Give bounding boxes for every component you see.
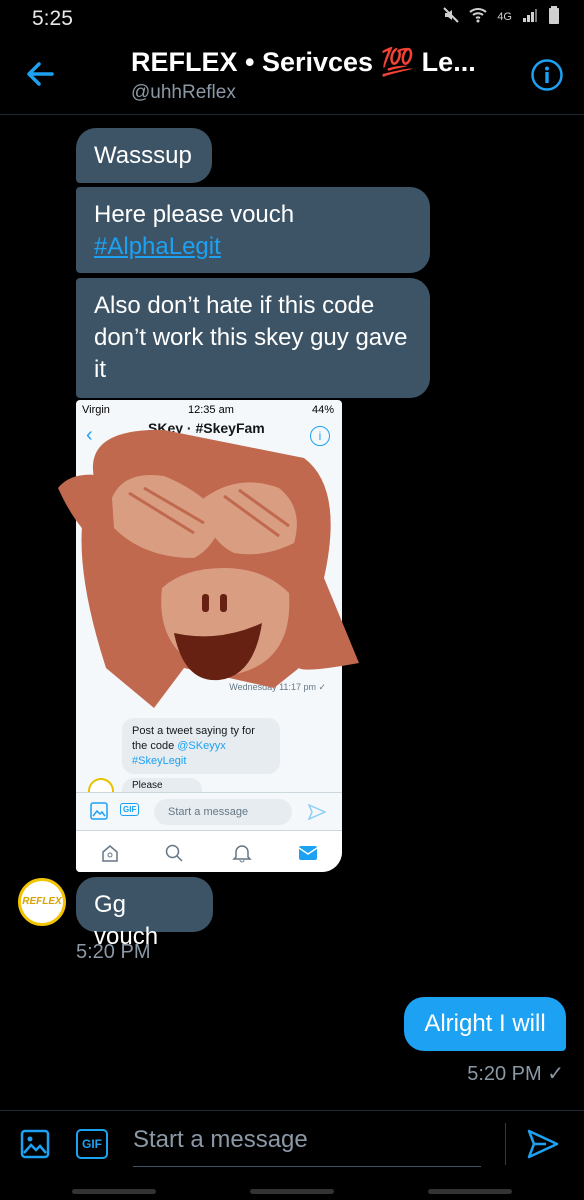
conversation-title[interactable]: REFLEX • Serivces 💯 Le... <box>131 46 476 78</box>
message-text: Wasssup <box>94 142 192 169</box>
gif-button[interactable]: GIF <box>76 1129 108 1159</box>
avatar[interactable]: REFLEX <box>18 878 66 926</box>
back-arrow-icon[interactable] <box>22 56 58 92</box>
screenshot-status-bar: Virgin 12:35 am 44% <box>76 400 342 420</box>
received-message[interactable]: Also don’t hate if this code don’t work … <box>76 278 430 398</box>
screenshot-mail-icon <box>298 844 318 867</box>
image-icon[interactable] <box>20 1129 50 1159</box>
status-icons: 4G <box>443 6 560 27</box>
message-composer: GIF Start a message <box>0 1110 584 1185</box>
info-icon[interactable] <box>530 58 564 92</box>
message-text: Here please vouch <box>94 201 295 228</box>
send-icon[interactable] <box>526 1127 560 1161</box>
message-input[interactable]: Start a message <box>133 1123 481 1167</box>
screenshot-image-icon <box>90 802 108 825</box>
screenshot-bell-icon <box>232 843 252 868</box>
screenshot-search-icon <box>164 843 184 868</box>
screenshot-gif-icon: GIF <box>120 803 140 816</box>
screenshot-battery: 44% <box>311 404 334 416</box>
status-time: 5:25 <box>32 7 73 30</box>
screenshot-time: 12:35 am <box>188 404 234 416</box>
hashtag-link[interactable]: #AlphaLegit <box>94 233 221 260</box>
conversation-handle: @uhhReflex <box>131 82 236 103</box>
message-text: Alright I will <box>424 1010 546 1037</box>
status-bar: 5:25 4G <box>0 0 584 36</box>
screenshot-mention: @SKeyyx <box>177 740 226 752</box>
screenshot-composer: GIF Start a message <box>76 792 342 831</box>
sent-message[interactable]: Alright I will <box>404 997 566 1051</box>
screenshot-send-icon <box>307 803 327 826</box>
nav-back[interactable] <box>428 1189 512 1194</box>
battery-icon <box>548 6 560 27</box>
divider <box>505 1123 506 1165</box>
received-message[interactable]: Wasssup <box>76 128 212 183</box>
conversation-header: REFLEX • Serivces 💯 Le... @uhhReflex <box>0 36 584 115</box>
screenshot-hashtag: #SkeyLegit <box>132 755 187 767</box>
mute-icon <box>443 7 460 26</box>
nav-home[interactable] <box>250 1189 334 1194</box>
screenshot-tab-bar <box>76 830 342 872</box>
screenshot-message: Post a tweet saying ty for the code @SKe… <box>122 718 280 774</box>
see-no-evil-monkey-icon <box>54 418 364 718</box>
message-text: Also don’t hate if this code don’t work … <box>94 292 408 383</box>
screenshot-message-input: Start a message <box>154 799 292 825</box>
screenshot-message-partial: Please <box>122 778 202 792</box>
received-message[interactable]: Here please vouch #AlphaLegit <box>76 187 430 273</box>
signal-icon <box>522 7 538 26</box>
screenshot-home-icon <box>100 843 120 868</box>
message-timestamp: 5:20 PM <box>76 941 151 963</box>
message-timestamp: 5:20 PM ✓ <box>467 1063 564 1085</box>
nav-recent[interactable] <box>72 1189 156 1194</box>
wifi-icon <box>469 7 487 26</box>
received-message[interactable]: Gg vouch <box>76 877 213 950</box>
screenshot-carrier: Virgin <box>82 404 110 416</box>
navigation-bar <box>0 1185 584 1200</box>
network-label: 4G <box>497 10 512 23</box>
